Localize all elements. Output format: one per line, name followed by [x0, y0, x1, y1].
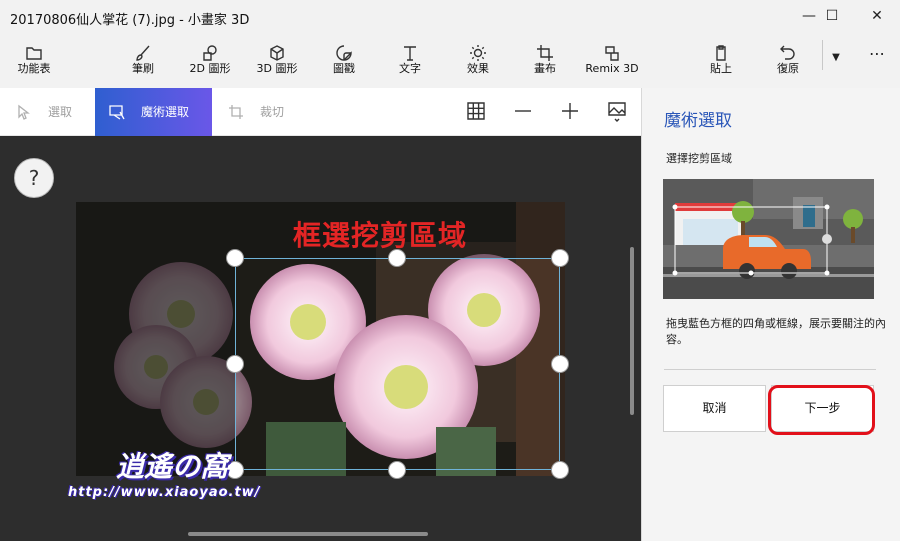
crop-icon — [229, 105, 243, 119]
handle-top-left[interactable] — [226, 249, 244, 267]
handle-top-right[interactable] — [551, 249, 569, 267]
example-illustration — [663, 179, 874, 299]
next-button-highlight — [768, 385, 875, 435]
window-title: 20170806仙人掌花 (7).jpg - 小畫家 3D — [10, 13, 250, 28]
stickers-label: 圖戳 — [333, 62, 355, 75]
text-label: 文字 — [399, 62, 421, 75]
sticker-icon — [314, 34, 374, 62]
selection-subbar: 選取 魔術選取 裁切 — [0, 88, 641, 136]
minus-icon — [515, 110, 531, 112]
headline-annotation: 框選挖剪區域 — [293, 219, 468, 252]
remix-3d-button[interactable]: Remix 3D — [582, 34, 642, 88]
magic-select-tool[interactable]: 魔術選取 — [95, 88, 212, 136]
handle-left[interactable] — [226, 355, 244, 373]
close-button[interactable]: ✕ — [854, 0, 900, 34]
menu-button[interactable]: 功能表 — [4, 34, 64, 88]
magic-select-label: 魔術選取 — [141, 105, 190, 119]
text-button[interactable]: 文字 — [380, 34, 440, 88]
view-options-button[interactable] — [606, 100, 630, 124]
shapes-2d-button[interactable]: 2D 圖形 — [180, 34, 240, 88]
grid-toggle[interactable] — [465, 100, 489, 124]
history-dropdown-icon[interactable]: ▼ — [826, 48, 846, 68]
zoom-in-button[interactable] — [559, 100, 583, 124]
vertical-scrollbar[interactable] — [630, 247, 634, 415]
sun-icon — [448, 34, 508, 62]
horizontal-scrollbar[interactable] — [188, 532, 428, 536]
main-toolbar: 功能表 筆刷 2D 圖形 3D 圖形 圖戳 文字 效果 畫布 Remix 3D … — [0, 34, 900, 88]
plus-icon — [562, 103, 578, 119]
car-illustration — [663, 179, 874, 299]
canvas-crop-icon — [515, 34, 575, 62]
handle-top[interactable] — [388, 249, 406, 267]
outside-dim-left — [76, 202, 235, 476]
title-bar: 20170806仙人掌花 (7).jpg - 小畫家 3D — ☐ ✕ — [0, 0, 900, 34]
undo-icon — [758, 34, 818, 62]
maximize-button[interactable]: ☐ — [809, 0, 855, 34]
shapes-2d-label: 2D 圖形 — [189, 62, 231, 75]
watermark-logo: 逍遙の窩 — [116, 450, 229, 483]
canvas-button[interactable]: 畫布 — [515, 34, 575, 88]
cursor-icon — [18, 104, 30, 120]
panel-subtitle: 選擇挖剪區域 — [666, 152, 732, 165]
shapes-3d-label: 3D 圖形 — [256, 62, 298, 75]
text-icon — [380, 34, 440, 62]
handle-bottom-left[interactable] — [226, 461, 244, 479]
panel-separator — [664, 369, 876, 370]
magic-select-panel: 魔術選取 選擇挖剪區域 拖曳藍色方框的四角或框線，展示要關注的內容。 取消 下一… — [641, 88, 900, 541]
shapes-2d-icon — [180, 34, 240, 62]
effects-label: 效果 — [467, 62, 489, 75]
panel-description: 拖曳藍色方框的四角或框線，展示要關注的內容。 — [666, 317, 886, 346]
clipboard-icon — [691, 34, 751, 62]
magic-select-icon — [109, 105, 125, 120]
toolbar-divider — [822, 40, 823, 70]
drawing-canvas[interactable]: ? 框選挖剪區域 逍遙の窩 http://www.xiaoyao.tw/ — [0, 137, 641, 541]
image-icon — [608, 102, 626, 122]
menu-label: 功能表 — [17, 62, 51, 75]
outside-dim-right — [560, 202, 565, 476]
paste-button[interactable]: 貼上 — [691, 34, 751, 88]
undo-label: 復原 — [777, 62, 799, 75]
help-button[interactable]: ? — [14, 158, 54, 198]
cancel-button[interactable]: 取消 — [663, 385, 766, 432]
shapes-3d-button[interactable]: 3D 圖形 — [247, 34, 307, 88]
cube-icon — [247, 34, 307, 62]
handle-bottom-right[interactable] — [551, 461, 569, 479]
watermark-url: http://www.xiaoyao.tw/ — [68, 485, 261, 500]
crop-tool[interactable]: 裁切 — [212, 88, 302, 136]
stickers-button[interactable]: 圖戳 — [314, 34, 374, 88]
undo-button[interactable]: 復原 — [758, 34, 818, 88]
effects-button[interactable]: 效果 — [448, 34, 508, 88]
remix-icon — [582, 34, 642, 62]
more-options-button[interactable]: ⋯ — [860, 44, 894, 68]
folder-icon — [4, 34, 64, 62]
canvas-label: 畫布 — [534, 62, 556, 75]
select-tool[interactable]: 選取 — [0, 88, 95, 136]
selection-box[interactable] — [235, 258, 560, 470]
remix-label: Remix 3D — [585, 62, 639, 75]
brushes-label: 筆刷 — [132, 62, 154, 75]
handle-bottom[interactable] — [388, 461, 406, 479]
brushes-button[interactable]: 筆刷 — [113, 34, 173, 88]
paste-label: 貼上 — [710, 62, 732, 75]
handle-right[interactable] — [551, 355, 569, 373]
panel-title: 魔術選取 — [664, 111, 732, 131]
brush-icon — [113, 34, 173, 62]
zoom-out-button[interactable] — [512, 100, 536, 124]
crop-label: 裁切 — [260, 105, 285, 119]
grid-icon — [467, 102, 485, 120]
select-label: 選取 — [48, 105, 73, 119]
